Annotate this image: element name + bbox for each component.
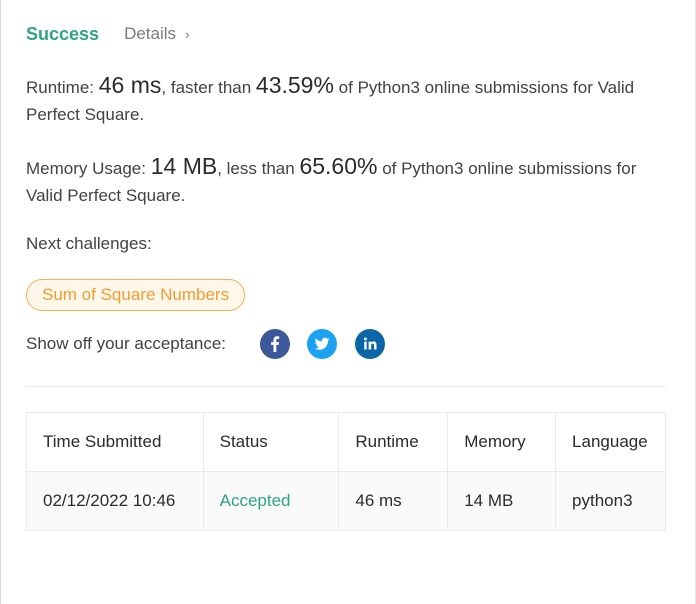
column-header-status: Status (202, 412, 340, 472)
submissions-table: Time Submitted Status Runtime Memory Lan… (26, 412, 666, 531)
cell-runtime: 46 ms (338, 471, 449, 531)
memory-comparison: , less than (217, 159, 295, 178)
cell-language: python3 (555, 471, 666, 531)
memory-stat: Memory Usage: 14 MB, less than 65.60% of… (26, 153, 671, 209)
submission-result-panel: Success Details › Runtime: 46 ms, faster… (0, 0, 696, 604)
table-row: 02/12/2022 10:46 Accepted 46 ms 14 MB py… (26, 471, 666, 531)
column-header-runtime: Runtime (338, 412, 449, 472)
details-link-label: Details (124, 24, 177, 43)
runtime-label: Runtime: (26, 78, 95, 97)
table-header-row: Time Submitted Status Runtime Memory Lan… (26, 412, 666, 472)
runtime-stat: Runtime: 46 ms, faster than 43.59% of Py… (26, 72, 671, 128)
linkedin-icon[interactable] (355, 329, 386, 359)
status-accepted-link[interactable]: Accepted (220, 491, 291, 510)
section-divider (26, 386, 666, 387)
facebook-icon[interactable] (260, 329, 291, 359)
column-header-language: Language (555, 412, 666, 472)
details-link[interactable]: Details › (124, 24, 190, 44)
column-header-time-submitted: Time Submitted (26, 412, 204, 472)
twitter-icon[interactable] (307, 329, 338, 359)
runtime-value: 46 ms (98, 72, 162, 98)
memory-value: 14 MB (150, 153, 218, 179)
runtime-percent: 43.59% (255, 72, 334, 98)
chevron-right-icon: › (185, 26, 190, 42)
challenge-link-sum-of-square-numbers[interactable]: Sum of Square Numbers (26, 279, 246, 311)
cell-memory: 14 MB (447, 471, 557, 531)
next-challenges-label: Next challenges: (26, 234, 152, 253)
column-header-memory: Memory (447, 412, 557, 472)
status-success-label: Success (26, 23, 100, 44)
memory-percent: 65.60% (299, 153, 378, 179)
result-header: Success Details › (26, 22, 190, 46)
share-label: Show off your acceptance: (26, 334, 227, 353)
cell-status: Accepted (202, 471, 340, 531)
share-row: Show off your acceptance: (26, 329, 386, 359)
runtime-comparison: , faster than (161, 78, 252, 97)
memory-label: Memory Usage: (26, 159, 146, 178)
cell-time-submitted: 02/12/2022 10:46 (26, 471, 204, 531)
